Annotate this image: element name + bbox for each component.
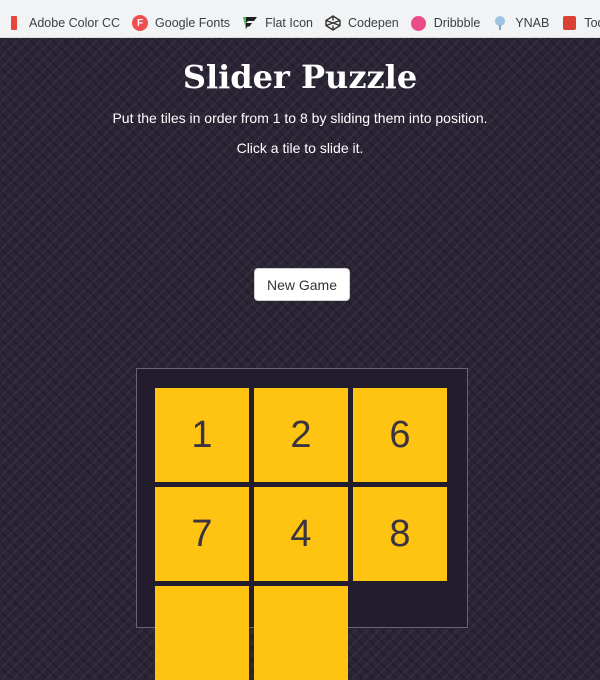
- bookmark-label: YNAB: [515, 16, 550, 30]
- bookmark-label: Todoist: [584, 16, 600, 30]
- page-title: Slider Puzzle: [182, 58, 418, 96]
- bookmark-label: Flat Icon: [265, 16, 313, 30]
- puzzle-board: 1 2 6 7 4 8: [136, 368, 468, 680]
- hint-text: Click a tile to slide it.: [236, 140, 364, 156]
- puzzle-tile[interactable]: 7: [155, 487, 249, 581]
- bookmark-todoist[interactable]: Todoist: [555, 12, 600, 34]
- puzzle-tile[interactable]: 2: [254, 388, 348, 482]
- google-fonts-icon: F: [132, 15, 149, 31]
- bookmark-adobe-color[interactable]: Adobe Color CC: [0, 12, 126, 34]
- google-fonts-glyph: F: [132, 15, 149, 31]
- bookmark-label: Codepen: [348, 16, 399, 30]
- puzzle-tile[interactable]: 8: [353, 487, 447, 581]
- codepen-icon: [325, 15, 341, 31]
- todoist-icon: [561, 15, 577, 31]
- bookmarks-bar: Adobe Color CC F Google Fonts Flat Icon …: [0, 0, 600, 38]
- bookmark-codepen[interactable]: Codepen: [319, 12, 405, 34]
- puzzle-tile[interactable]: 6: [353, 388, 447, 482]
- new-game-button[interactable]: New Game: [254, 268, 350, 301]
- instructions-text: Put the tiles in order from 1 to 8 by sl…: [112, 110, 488, 126]
- bookmark-label: Google Fonts: [155, 16, 231, 30]
- puzzle-tile[interactable]: 4: [254, 487, 348, 581]
- bookmark-list: Adobe Color CC F Google Fonts Flat Icon …: [0, 12, 600, 34]
- puzzle-tile[interactable]: 1: [155, 388, 249, 482]
- bookmark-google-fonts[interactable]: F Google Fonts: [126, 12, 236, 34]
- dribbble-icon: [411, 15, 427, 31]
- bookmark-ynab[interactable]: YNAB: [486, 12, 555, 34]
- bookmark-label: Dribbble: [433, 16, 481, 30]
- bookmark-label: Adobe Color CC: [29, 16, 121, 30]
- bookmark-flat-icon[interactable]: Flat Icon: [236, 12, 319, 34]
- flaticon-icon: [242, 15, 258, 31]
- puzzle-tile[interactable]: [254, 586, 348, 680]
- puzzle-tile[interactable]: [155, 586, 249, 680]
- bookmark-dribbble[interactable]: Dribbble: [405, 12, 487, 34]
- url-text: [0, 0, 2, 5]
- ynab-icon: [492, 15, 508, 31]
- adobe-color-icon: [6, 15, 22, 31]
